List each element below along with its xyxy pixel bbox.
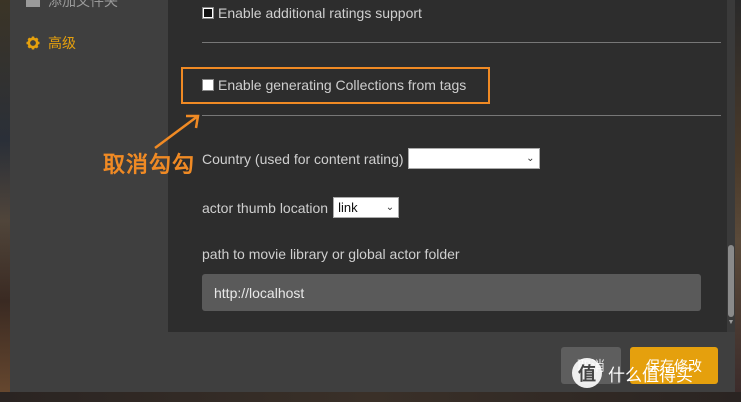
gear-icon <box>26 36 40 50</box>
chevron-down-icon: ⌄ <box>385 202 395 213</box>
actor-thumb-row: actor thumb location link ⌄ <box>202 197 400 218</box>
path-label-row: path to movie library or global actor fo… <box>202 246 460 262</box>
watermark-logo-icon: 值 <box>572 358 602 388</box>
sidebar-item-add-folder[interactable]: 添加文件夹 <box>26 0 118 11</box>
annotation-text: 取消勾勾 <box>103 153 196 178</box>
annotation-highlight-box <box>181 67 490 104</box>
settings-dialog: 添加文件夹 高级 Enable additional ratings suppo… <box>10 0 735 392</box>
sidebar-item-label: 添加文件夹 <box>48 0 118 9</box>
divider <box>202 42 721 43</box>
additional-ratings-row: Enable additional ratings support <box>202 5 422 21</box>
settings-content: Enable additional ratings support Enable… <box>168 0 727 332</box>
scroll-down-arrow-icon[interactable]: ▼ <box>727 318 735 328</box>
country-label: Country (used for content rating) <box>202 150 404 167</box>
scrollbar-thumb[interactable] <box>728 245 734 317</box>
country-row: Country (used for content rating) ⌄ <box>202 148 540 169</box>
content-scrollbar[interactable]: ▼ <box>727 0 735 332</box>
path-input[interactable]: http://localhost <box>202 274 701 311</box>
divider <box>202 115 721 116</box>
actor-thumb-select[interactable]: link ⌄ <box>333 197 400 218</box>
chevron-down-icon: ⌄ <box>526 153 535 164</box>
country-select[interactable]: ⌄ <box>407 148 540 169</box>
additional-ratings-label: Enable additional ratings support <box>218 5 422 21</box>
watermark-text: 什么值得买 <box>608 365 693 386</box>
sidebar-item-advanced[interactable]: 高级 <box>26 33 76 53</box>
additional-ratings-checkbox[interactable] <box>202 7 214 19</box>
actor-thumb-label: actor thumb location <box>202 199 329 216</box>
background-right-strip <box>735 0 741 402</box>
path-label: path to movie library or global actor fo… <box>202 246 460 262</box>
watermark: 值 什么值得买 <box>572 358 693 388</box>
background-left-strip <box>0 0 10 402</box>
folder-icon <box>26 0 40 8</box>
sidebar-item-label: 高级 <box>48 35 76 51</box>
background-bottom-strip <box>0 392 741 402</box>
